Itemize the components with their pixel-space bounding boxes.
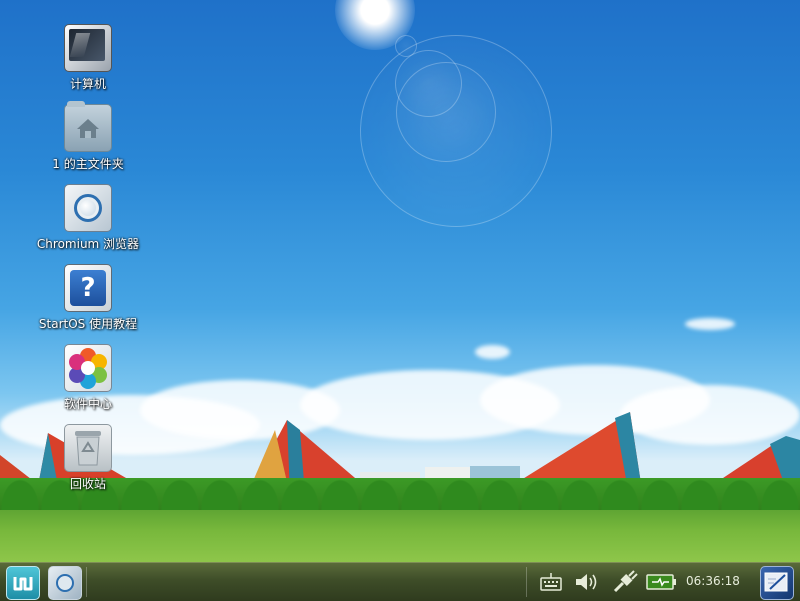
taskbar-separator (86, 567, 87, 597)
keyboard-icon[interactable] (540, 570, 562, 594)
desktop-icon-label: 软件中心 (63, 397, 112, 411)
show-desktop-button[interactable] (760, 566, 794, 600)
desktop-icon-label: StartOS 使用教程 (38, 317, 138, 331)
taskbar-separator (526, 567, 527, 597)
computer-icon (64, 24, 112, 72)
software-center-icon (64, 344, 112, 392)
desktop-icon-label: Chromium 浏览器 (36, 237, 140, 251)
desktop-icon-software-center[interactable]: 软件中心 (33, 344, 143, 411)
chromium-icon (64, 184, 112, 232)
taskbar-chromium-launcher[interactable] (48, 566, 82, 600)
desktop-icon-label: 计算机 (69, 77, 106, 91)
lawn (0, 510, 800, 562)
desktop-icon-trash[interactable]: 回收站 (33, 424, 143, 491)
taskbar: 06:36:18 (0, 562, 800, 601)
desktop-icon-label: 回收站 (69, 477, 106, 491)
home-folder-icon (64, 101, 112, 152)
volume-icon[interactable] (574, 570, 602, 594)
network-icon[interactable] (611, 570, 639, 594)
battery-icon[interactable] (646, 570, 678, 594)
startos-logo-icon (13, 577, 33, 591)
start-menu-button[interactable] (6, 566, 40, 600)
show-desktop-icon (764, 572, 788, 592)
help-icon: ? (64, 264, 112, 312)
desktop-icon-computer[interactable]: 计算机 (33, 24, 143, 91)
clock[interactable]: 06:36:18 (686, 574, 740, 588)
desktop-icon-label: 1 的主文件夹 (52, 157, 124, 171)
desktop-icon-home-folder[interactable]: 1 的主文件夹 (33, 101, 143, 171)
trash-icon (64, 424, 112, 472)
desktop-icon-startos-tutorial[interactable]: ? StartOS 使用教程 (33, 264, 143, 331)
desktop-icon-chromium[interactable]: Chromium 浏览器 (33, 184, 143, 251)
chromium-icon (56, 574, 74, 592)
